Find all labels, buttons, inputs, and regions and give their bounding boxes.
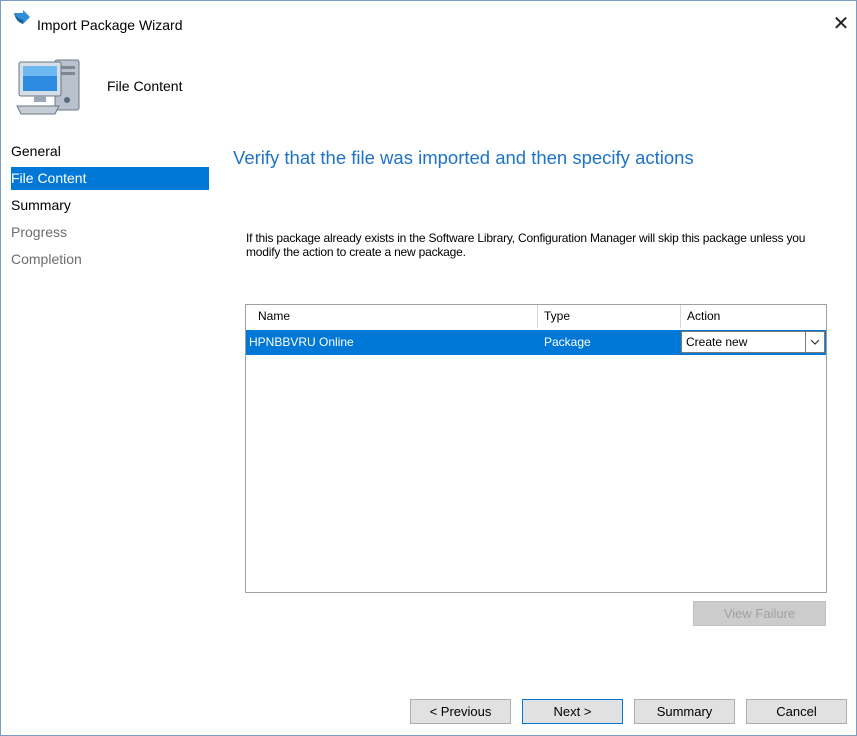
cancel-button[interactable]: Cancel [746,699,847,724]
grid-header: Name Type Action [246,305,826,328]
view-failure-button: View Failure [693,601,826,626]
close-icon: ✕ [832,13,850,35]
action-select-value: Create new [686,335,748,349]
column-divider [537,305,538,328]
title-bar: Import Package Wizard ✕ [1,1,856,35]
nav-item-progress: Progress [11,224,68,240]
column-divider [680,305,681,328]
nav-item-completion: Completion [11,251,82,267]
table-row[interactable]: HPNBBVRU Online Package Create new [246,330,826,355]
wizard-nav: General File Content Summary Progress Co… [11,140,209,275]
nav-item-summary[interactable]: Summary [11,194,209,217]
section-heading: Verify that the file was imported and th… [233,147,694,168]
column-header-action[interactable]: Action [687,305,720,328]
summary-button[interactable]: Summary [634,699,735,724]
close-button[interactable]: ✕ [826,9,856,39]
action-select[interactable]: Create new [681,331,825,353]
chevron-down-icon[interactable] [805,332,824,352]
row-type-cell: Package [544,335,591,349]
import-package-wizard-window: Import Package Wizard ✕ File Content Gen… [0,0,857,736]
page-title: File Content [107,78,183,94]
wizard-arrow-icon [13,10,31,26]
previous-button[interactable]: < Previous [410,699,511,724]
next-button[interactable]: Next > [522,699,623,724]
computer-icon [15,56,85,118]
column-header-type[interactable]: Type [544,305,570,328]
column-header-name[interactable]: Name [258,305,290,328]
window-title: Import Package Wizard [37,17,183,33]
row-name-cell: HPNBBVRU Online [249,335,354,349]
info-text: If this package already exists in the So… [246,231,806,259]
package-grid[interactable]: Name Type Action HPNBBVRU Online Package… [245,304,827,593]
nav-item-file-content[interactable]: File Content [11,167,209,190]
nav-item-general[interactable]: General [11,140,209,163]
